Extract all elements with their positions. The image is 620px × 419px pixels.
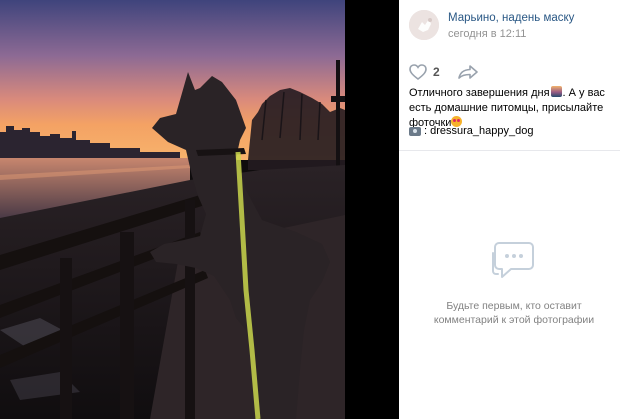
like-count: 2 bbox=[433, 65, 440, 79]
post-text-part1: Отличного завершения дня bbox=[409, 87, 550, 99]
tag-link[interactable]: : dressura_happy_dog bbox=[424, 124, 533, 138]
post-side-panel: Марьино, надень маску сегодня в 12:11 2 … bbox=[399, 0, 620, 419]
sunset-emoji-icon bbox=[550, 86, 562, 97]
heart-outline-icon bbox=[409, 64, 427, 80]
share-button[interactable] bbox=[457, 65, 478, 79]
author-avatar[interactable] bbox=[409, 10, 439, 40]
divider bbox=[399, 150, 620, 151]
photo-tag: : dressura_happy_dog bbox=[409, 124, 533, 138]
like-button[interactable]: 2 bbox=[409, 64, 440, 80]
comments-bubble-icon bbox=[492, 242, 534, 278]
photo-image bbox=[0, 0, 345, 419]
photo-viewer: Марьино, надень маску сегодня в 12:11 2 … bbox=[0, 0, 620, 419]
empty-comments-text: Будьте первым, кто оставит комментарий к… bbox=[433, 300, 595, 326]
photo-backdrop bbox=[345, 0, 399, 419]
post-actions: 2 bbox=[409, 62, 478, 82]
avatar-image bbox=[409, 10, 439, 40]
camera-icon bbox=[409, 126, 421, 136]
post-date[interactable]: сегодня в 12:11 bbox=[448, 28, 526, 40]
share-arrow-icon bbox=[457, 65, 478, 79]
author-name-link[interactable]: Марьино, надень маску bbox=[448, 12, 574, 24]
photo[interactable] bbox=[0, 0, 345, 419]
